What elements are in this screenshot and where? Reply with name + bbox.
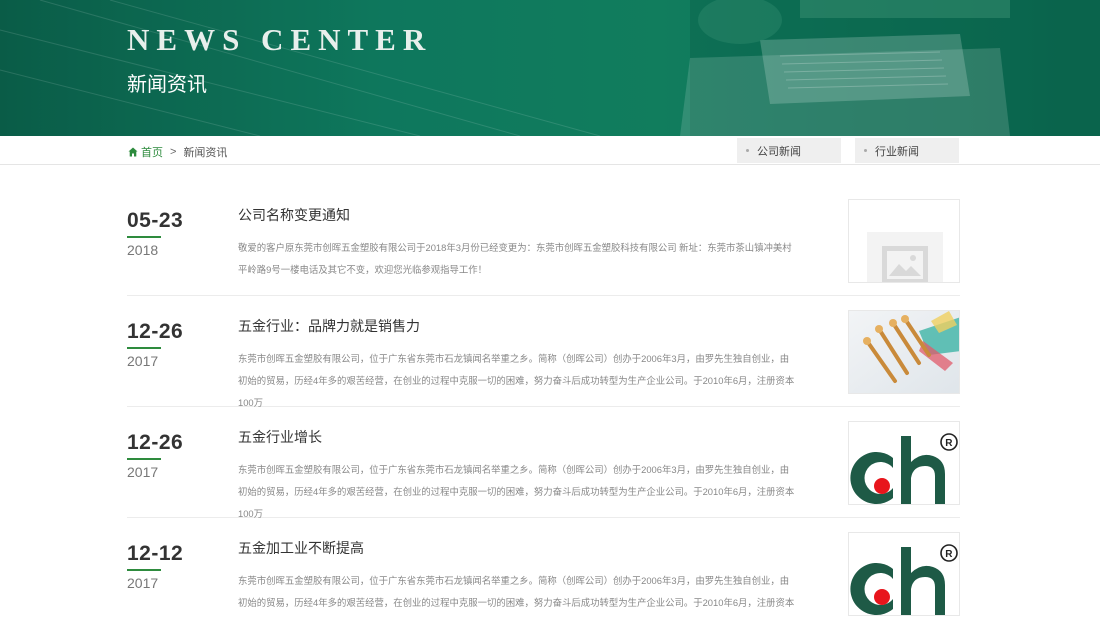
company-logo: R [849, 533, 959, 615]
bullet-icon [746, 149, 749, 152]
tab-label: 行业新闻 [875, 145, 919, 158]
news-item[interactable]: 12-12 2017 五金加工业不断提高 东莞市创晖五金塑胶有限公司，位于广东省… [127, 518, 960, 618]
breadcrumb-current: 新闻资讯 [183, 147, 228, 159]
news-date-year: 2017 [127, 353, 159, 369]
news-date: 12-26 2017 [127, 431, 197, 480]
news-date-month-day: 12-26 [127, 431, 184, 454]
news-title[interactable]: 五金加工业不断提高 [238, 538, 364, 558]
news-date-month-day: 05-23 [127, 209, 184, 232]
placeholder-image-icon [849, 200, 959, 282]
bullet-icon [864, 149, 867, 152]
breadcrumb-separator: > [170, 146, 177, 158]
news-summary: 敬爱的客户原东莞市创晖五金塑胶有限公司于2018年3月份已经变更为：东莞市创晖五… [238, 242, 792, 275]
news-date-year: 2017 [127, 464, 159, 480]
news-date-year: 2018 [127, 242, 159, 258]
news-item[interactable]: 12-26 2017 五金行业增长 东莞市创晖五金塑胶有限公司，位于广东省东莞市… [127, 407, 960, 519]
news-item[interactable]: 05-23 2018 公司名称变更通知 敬爱的客户原东莞市创晖五金塑胶有限公司于… [127, 185, 960, 296]
news-summary: 东莞市创晖五金塑胶有限公司，位于广东省东莞市石龙镇闻名举重之乡。简称（创晖公司）… [238, 575, 795, 608]
date-underline [127, 236, 161, 238]
tab-label: 公司新闻 [757, 145, 801, 158]
tab-company-news[interactable]: 公司新闻 [737, 138, 841, 163]
news-item[interactable]: 12-26 2017 五金行业：品牌力就是销售力 东莞市创晖五金塑胶有限公司，位… [127, 296, 960, 408]
home-icon [128, 147, 138, 157]
svg-text:R: R [945, 549, 953, 560]
metal-parts-photo [849, 311, 959, 393]
news-title[interactable]: 五金行业：品牌力就是销售力 [238, 316, 420, 336]
breadcrumb: 首页 > 新闻资讯 [128, 144, 227, 160]
category-tabs: 公司新闻 行业新闻 [737, 138, 959, 163]
news-list: 05-23 2018 公司名称变更通知 敬爱的客户原东莞市创晖五金塑胶有限公司于… [127, 185, 960, 618]
banner-title-en: NEWS CENTER [127, 22, 433, 57]
news-thumbnail[interactable]: R [848, 421, 960, 505]
news-title[interactable]: 公司名称变更通知 [238, 205, 350, 225]
tab-industry-news[interactable]: 行业新闻 [855, 138, 959, 163]
page-banner: NEWS CENTER 新闻资讯 [0, 0, 1100, 136]
banner-title-cn: 新闻资讯 [127, 74, 207, 96]
news-date: 05-23 2018 [127, 209, 197, 258]
date-underline [127, 569, 161, 571]
news-date: 12-26 2017 [127, 320, 197, 369]
news-summary: 东莞市创晖五金塑胶有限公司，位于广东省东莞市石龙镇闻名举重之乡。简称（创晖公司）… [238, 464, 795, 519]
news-date-month-day: 12-26 [127, 320, 184, 343]
news-thumbnail[interactable] [848, 199, 960, 283]
news-thumbnail[interactable]: R [848, 532, 960, 616]
news-thumbnail[interactable] [848, 310, 960, 394]
news-date-month-day: 12-12 [127, 542, 184, 565]
news-date-year: 2017 [127, 575, 159, 591]
svg-text:R: R [945, 438, 953, 449]
news-summary: 东莞市创晖五金塑胶有限公司，位于广东省东莞市石龙镇闻名举重之乡。简称（创晖公司）… [238, 353, 795, 408]
news-title[interactable]: 五金行业增长 [238, 427, 322, 447]
date-underline [127, 458, 161, 460]
breadcrumb-home-link[interactable]: 首页 [141, 144, 163, 160]
date-underline [127, 347, 161, 349]
company-logo: R [849, 422, 959, 504]
news-date: 12-12 2017 [127, 542, 197, 591]
